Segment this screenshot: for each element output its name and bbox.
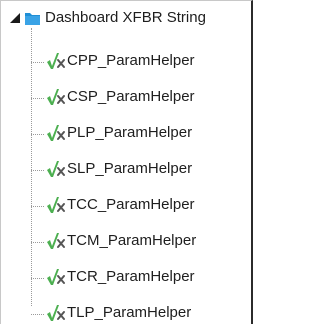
function-icon [46,196,66,214]
function-icon [46,124,66,142]
tree-item[interactable]: CPP_ParamHelper [1,45,251,81]
tree-item-label: SLP_ParamHelper [67,160,193,177]
tree-item-label: PLP_ParamHelper [67,124,193,141]
function-icon [46,52,66,70]
tree-root-label: Dashboard XFBR String [45,9,206,26]
tree-item[interactable]: TCC_ParamHelper [1,189,251,225]
tree-root-node[interactable]: Dashboard XFBR String [1,7,251,31]
tree-panel: Dashboard XFBR String CPP_ParamHelper CSP… [0,0,253,324]
function-icon [46,232,66,250]
tree-item-label: TCC_ParamHelper [67,196,195,213]
tree-children: CPP_ParamHelper CSP_ParamHelper PLP_ParamH… [1,45,251,333]
tree-connector-line [31,242,44,243]
tree-item-label: TCR_ParamHelper [67,268,195,285]
tree-item[interactable]: SLP_ParamHelper [1,153,251,189]
function-icon [46,268,66,286]
function-icon [46,304,66,322]
tree-item[interactable]: TCM_ParamHelper [1,225,251,261]
tree-item[interactable]: CSP_ParamHelper [1,81,251,117]
tree-item-label: TLP_ParamHelper [67,304,192,321]
tree-connector-line [31,62,44,63]
tree-connector-line [31,98,44,99]
tree-connector-line [31,134,44,135]
folder-icon [24,11,41,26]
tree-item[interactable]: TCR_ParamHelper [1,261,251,297]
tree-item-label: CSP_ParamHelper [67,88,195,105]
tree-item-label: TCM_ParamHelper [67,232,197,249]
function-icon [46,88,66,106]
function-icon [46,160,66,178]
tree-connector-line [31,278,44,279]
tree-item[interactable]: PLP_ParamHelper [1,117,251,153]
tree-connector-line [31,314,44,315]
tree-item-label: CPP_ParamHelper [67,52,195,69]
tree-item[interactable]: TLP_ParamHelper [1,297,251,333]
tree-connector-line [31,206,44,207]
expanded-triangle-icon[interactable] [8,11,22,25]
tree-connector-line [31,170,44,171]
